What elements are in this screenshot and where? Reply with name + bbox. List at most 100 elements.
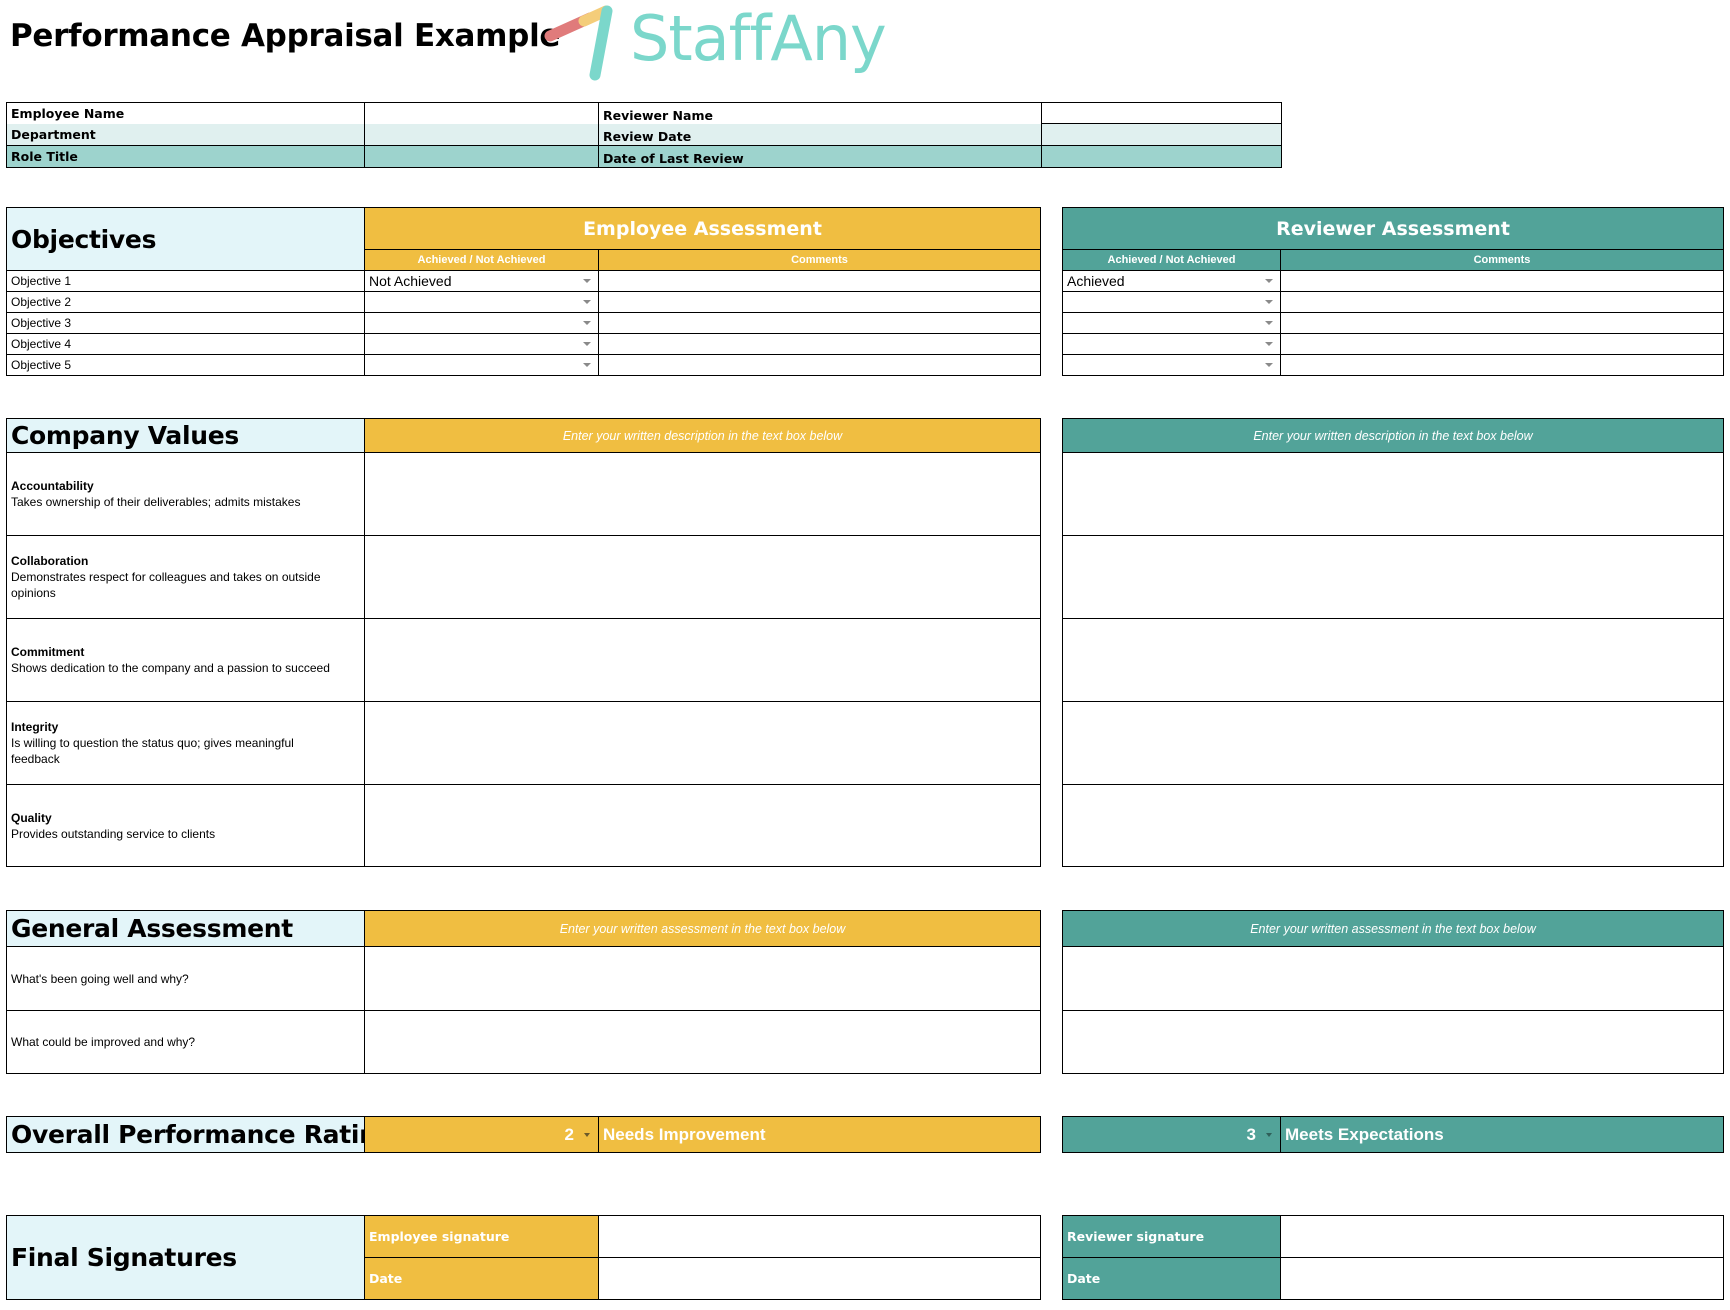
reviewer-status-dropdown[interactable] [1062,354,1280,376]
general-assessment-title: General Assessment [6,910,364,946]
final-signatures-title: Final Signatures [6,1215,364,1300]
reviewer-assessment-hint: Enter your written assessment in the tex… [1062,910,1724,946]
reviewer-rating-select[interactable]: 3 [1062,1116,1280,1153]
employee-status-dropdown[interactable] [364,354,598,376]
reviewer-comment-input[interactable] [1280,270,1724,291]
company-value-item: Integrity Is willing to question the stat… [6,701,364,784]
objectives-employee-table: Objectives Employee Assessment Achieved … [6,207,1041,377]
dropdown-arrow-icon [583,363,591,367]
company-values-employee-table: Company Values Enter your written descri… [6,418,1041,868]
employee-comment-input[interactable] [598,354,1041,376]
role-title-label: Role Title [6,145,364,167]
company-value-item: Collaboration Demonstrates respect for co… [6,535,364,618]
employee-status-dropdown[interactable]: Not Achieved [364,270,598,291]
reviewer-values-hint: Enter your written description in the te… [1062,418,1724,452]
reviewer-value-textbox[interactable] [1062,452,1724,535]
staffany-logo-icon [544,5,613,81]
objective-label: Objective 1 [6,270,364,291]
overall-rating-reviewer-row: 3 Meets Expectations [1062,1116,1724,1153]
employee-assessment-textbox[interactable] [364,1010,1041,1074]
reviewer-status-column-header: Achieved / Not Achieved [1062,249,1280,270]
reviewer-rating-label: Meets Expectations [1280,1116,1724,1153]
employee-value-textbox[interactable] [364,452,1041,535]
company-value-item: Accountability Takes ownership of their d… [6,452,364,535]
objective-label: Objective 5 [6,354,364,376]
employee-comments-column-header: Comments [598,249,1041,270]
employee-comment-input[interactable] [598,291,1041,312]
reviewer-comment-input[interactable] [1280,354,1724,376]
reviewer-value-textbox[interactable] [1062,618,1724,701]
assessment-question: What's been going well and why? [6,946,364,1010]
reviewer-comment-input[interactable] [1280,291,1724,312]
objective-label: Objective 4 [6,333,364,354]
company-value-item: Quality Provides outstanding service to c… [6,784,364,867]
reviewer-name-label: Reviewer Name [598,103,1041,124]
reviewer-date-input[interactable] [1280,1257,1724,1300]
employee-value-textbox[interactable] [364,701,1041,784]
general-assessment-reviewer-table: Enter your written assessment in the tex… [1062,910,1724,1074]
employee-rating-select[interactable]: 2 [364,1116,598,1153]
employee-rating-label: Needs Improvement [598,1116,1041,1153]
reviewer-status-value: Achieved [1067,273,1125,289]
company-values-title: Company Values [6,418,364,452]
reviewer-value-textbox[interactable] [1062,784,1724,867]
reviewer-comment-input[interactable] [1280,333,1724,354]
employee-assessment-hint: Enter your written assessment in the tex… [364,910,1041,946]
reviewer-assessment-textbox[interactable] [1062,946,1724,1010]
reviewer-value-textbox[interactable] [1062,701,1724,784]
objective-label: Objective 3 [6,312,364,333]
reviewer-assessment-header: Reviewer Assessment [1062,207,1724,249]
review-date-input[interactable] [1041,124,1282,145]
objectives-title: Objectives [6,207,364,270]
employee-comment-input[interactable] [598,312,1041,333]
employee-value-textbox[interactable] [364,618,1041,701]
reviewer-comment-input[interactable] [1280,312,1724,333]
overall-rating-title: Overall Performance Rating [6,1116,364,1153]
reviewer-signature-input[interactable] [1280,1215,1724,1257]
dropdown-arrow-icon [584,1132,590,1137]
reviewer-status-dropdown[interactable] [1062,291,1280,312]
date-of-last-review-input[interactable] [1041,145,1282,167]
role-title-input[interactable] [364,145,598,167]
dropdown-arrow-icon [1265,363,1273,367]
reviewer-status-dropdown[interactable] [1062,333,1280,354]
department-input[interactable] [364,124,598,145]
objective-label: Objective 2 [6,291,364,312]
employee-signature-label: Employee signature [364,1215,598,1257]
employee-comment-input[interactable] [598,333,1041,354]
staffany-logo-text: StaffAny [630,2,887,75]
employee-date-input[interactable] [598,1257,1041,1300]
reviewer-date-label: Date [1062,1257,1280,1300]
employee-value-textbox[interactable] [364,784,1041,867]
dropdown-arrow-icon [583,279,591,283]
employee-assessment-textbox[interactable] [364,946,1041,1010]
reviewer-comments-column-header: Comments [1280,249,1724,270]
company-value-description: Shows dedication to the company and a pa… [11,661,330,675]
employee-status-value: Not Achieved [369,273,452,289]
employee-status-dropdown[interactable] [364,291,598,312]
employee-signature-input[interactable] [598,1215,1041,1257]
company-value-name: Commitment [11,645,85,659]
company-value-name: Accountability [11,479,94,493]
company-value-description: Is willing to question the status quo; g… [11,736,294,766]
company-value-description: Provides outstanding service to clients [11,826,216,841]
employee-rating-value: 2 [564,1124,574,1144]
department-label: Department [6,124,364,145]
reviewer-status-dropdown[interactable]: Achieved [1062,270,1280,291]
employee-values-hint: Enter your written description in the te… [364,418,1041,452]
employee-status-dropdown[interactable] [364,333,598,354]
employee-value-textbox[interactable] [364,535,1041,618]
dropdown-arrow-icon [583,342,591,346]
dropdown-arrow-icon [1265,321,1273,325]
dropdown-arrow-icon [583,300,591,304]
reviewer-name-input[interactable] [1041,103,1282,124]
employee-status-dropdown[interactable] [364,312,598,333]
employee-info-table: Employee Name Reviewer Name Department R… [6,102,1282,168]
company-value-description: Demonstrates respect for colleagues and … [11,570,321,600]
reviewer-assessment-textbox[interactable] [1062,1010,1724,1074]
reviewer-value-textbox[interactable] [1062,535,1724,618]
reviewer-status-dropdown[interactable] [1062,312,1280,333]
company-value-item: Commitment Shows dedication to the compan… [6,618,364,701]
employee-name-input[interactable] [364,103,598,124]
employee-comment-input[interactable] [598,270,1041,291]
